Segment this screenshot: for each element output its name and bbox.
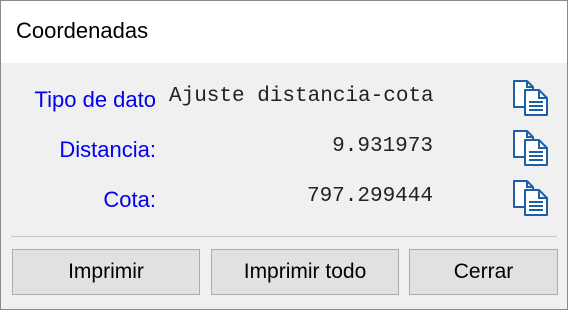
copy-icon xyxy=(513,130,548,166)
copy-data-type-button[interactable] xyxy=(509,77,553,117)
row-distance: Distancia: 9.931973 xyxy=(1,127,567,167)
title-bar: Coordenadas xyxy=(1,1,567,63)
data-type-label: Tipo de dato xyxy=(34,87,157,112)
row-elevation: Cota: 797.299444 xyxy=(1,177,567,217)
distance-label: Distancia: xyxy=(59,137,156,162)
copy-icon xyxy=(513,80,548,116)
copy-icon xyxy=(513,180,548,216)
copy-distance-button[interactable] xyxy=(509,127,553,167)
separator xyxy=(11,236,557,237)
close-button[interactable]: Cerrar xyxy=(409,249,558,295)
elevation-value: 797.299444 xyxy=(306,185,433,208)
dialog-title: Coordenadas xyxy=(16,18,149,43)
copy-elevation-button[interactable] xyxy=(509,177,553,217)
data-type-value: Ajuste distancia-cota xyxy=(169,85,434,108)
row-data-type: Tipo de dato Ajuste distancia-cota xyxy=(1,77,567,117)
print-all-button[interactable]: Imprimir todo xyxy=(211,249,399,295)
print-button[interactable]: Imprimir xyxy=(12,249,200,295)
coordinates-dialog: Coordenadas Tipo de dato Ajuste distanci… xyxy=(0,0,568,310)
distance-value: 9.931973 xyxy=(332,135,433,158)
elevation-label: Cota: xyxy=(103,187,156,212)
